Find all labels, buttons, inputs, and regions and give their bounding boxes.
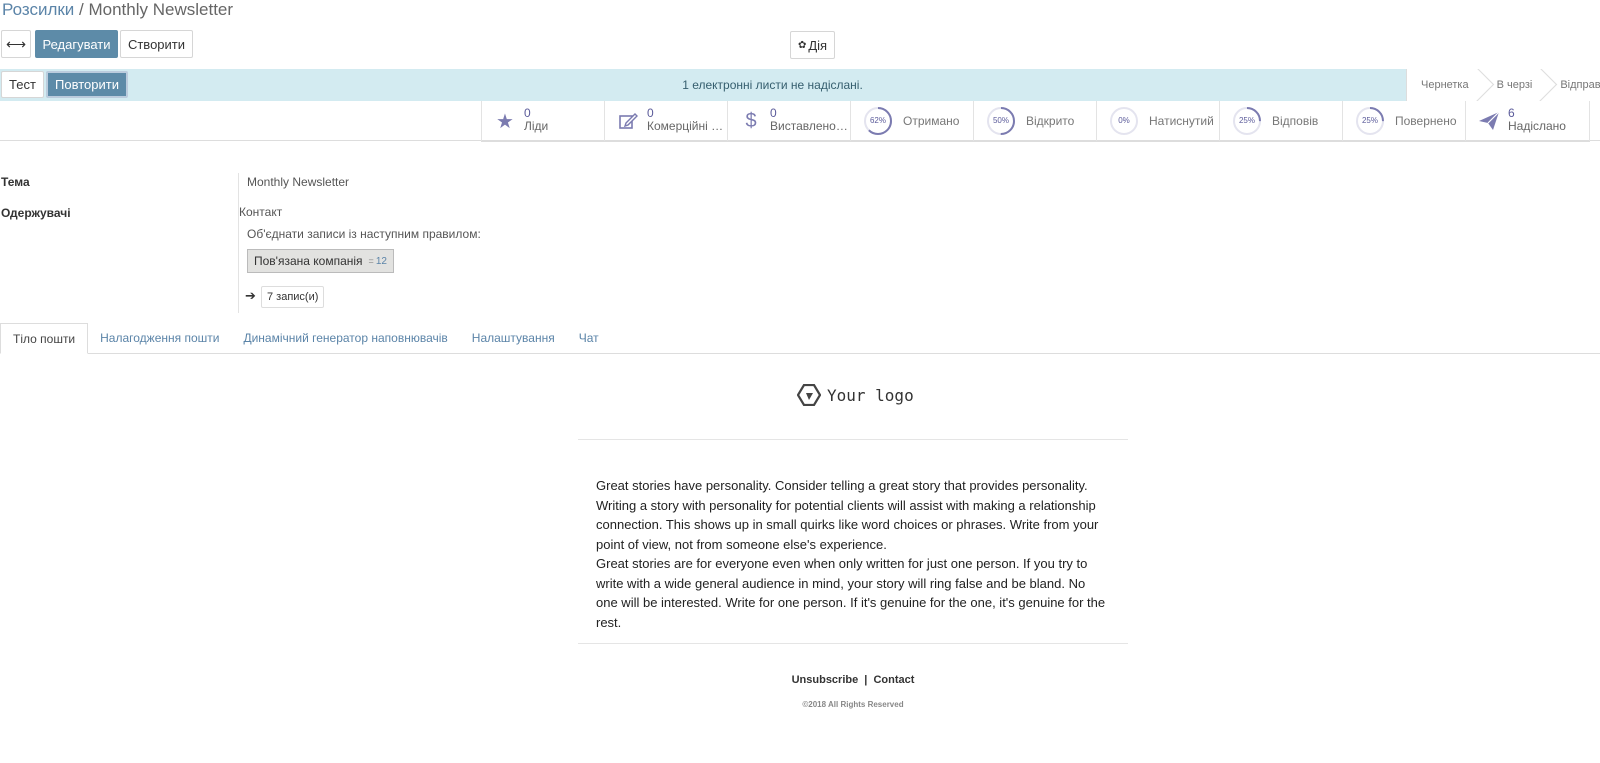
statusbar: Тест Повторити 1 електронні листи не над… <box>0 69 1600 101</box>
star-icon: ★ <box>496 110 514 133</box>
records-count-button[interactable]: 7 запис(и) <box>261 286 325 308</box>
field-separator <box>238 173 239 313</box>
clicked-gauge-percent: 0% <box>1118 116 1130 125</box>
breadcrumb-current: Monthly Newsletter <box>88 0 234 19</box>
stat-sent-value: 6 <box>1508 106 1515 120</box>
clicked-gauge: 0% <box>1109 106 1139 136</box>
stage-sent[interactable]: Відправлено <box>1546 69 1600 101</box>
stat-clicked-label: Натиснутий <box>1149 114 1214 128</box>
domain-filter-chip[interactable]: Пов'язана компанія = 12 <box>247 249 394 273</box>
stat-invoiced-value: 0 <box>770 106 777 120</box>
stat-sent-label: Надіслано <box>1508 119 1566 133</box>
stat-bounced-button[interactable]: 25% Повернено <box>1342 101 1465 141</box>
stat-received-button[interactable]: 62% Отримано <box>850 101 973 141</box>
stat-replied-button[interactable]: 25% Відповів <box>1219 101 1342 141</box>
contact-link[interactable]: Contact <box>873 674 914 686</box>
subject-label: Тема <box>1 175 30 189</box>
action-dropdown-button[interactable]: ✿ Дія <box>790 31 835 59</box>
domain-rule-text: Об'єднати записи із наступним правилом: <box>247 227 481 241</box>
replied-gauge-percent: 25% <box>1238 116 1255 125</box>
stage-draft[interactable]: Чернетка <box>1407 69 1483 101</box>
tab-mail-debug[interactable]: Налагодження пошти <box>88 323 231 353</box>
expand-button[interactable]: ⟷ <box>1 30 31 58</box>
recipients-model-field[interactable]: Контакт <box>239 205 282 219</box>
stat-quotations-button[interactable]: 0Комерційні пропозиції <box>604 101 727 141</box>
notebook-tabs: Тіло пошти Налагодження пошти Динамічний… <box>0 323 1600 354</box>
stage-bar: Чернетка В черзі Відправлено <box>1406 69 1600 101</box>
stat-bounced-label: Повернено <box>1395 114 1457 128</box>
domain-filter-operator: = <box>368 256 374 266</box>
opened-gauge: 50% <box>986 106 1016 136</box>
received-gauge-percent: 62% <box>869 116 886 125</box>
stat-invoiced-label: Виставлено рахунок <box>770 119 848 133</box>
mail-copyright: ©2018 All Rights Reserved <box>802 700 904 709</box>
stat-invoiced-button[interactable]: $ 0Виставлено рахунок <box>727 101 850 141</box>
mail-logo[interactable]: Your logo <box>797 384 914 406</box>
logo-text: Your logo <box>827 385 914 405</box>
bounced-gauge-percent: 25% <box>1361 116 1378 125</box>
mail-footer-links: Unsubscribe | Contact <box>578 674 1128 686</box>
paper-plane-icon <box>1478 110 1500 132</box>
dollar-icon: $ <box>745 109 757 132</box>
mail-paragraph-1: Great stories have personality. Consider… <box>596 478 1099 552</box>
tab-mail-body[interactable]: Тіло пошти <box>0 323 89 354</box>
arrow-right-icon: ➔ <box>245 288 256 303</box>
stage-queued[interactable]: В черзі <box>1483 69 1547 101</box>
logo-icon <box>797 384 821 406</box>
mail-paragraph-2: Great stories are for everyone even when… <box>596 556 1106 630</box>
tab-chat[interactable]: Чат <box>567 323 611 353</box>
stat-opened-label: Відкрито <box>1026 114 1075 128</box>
breadcrumb-separator: / <box>74 0 89 19</box>
footer-divider: | <box>864 674 868 686</box>
stat-opened-button[interactable]: 50% Відкрито <box>973 101 1096 141</box>
stat-sent-button[interactable]: 6 Надіслано <box>1465 101 1590 141</box>
stat-leads-button[interactable]: ★ 0 Ліди <box>481 101 604 141</box>
create-button[interactable]: Створити <box>120 30 193 58</box>
expand-arrows-icon: ⟷ <box>5 35 27 52</box>
action-button-label: Дія <box>808 37 828 53</box>
unsubscribe-link[interactable]: Unsubscribe <box>792 674 859 686</box>
domain-filter-field: Пов'язана компанія <box>254 254 363 268</box>
test-button[interactable]: Тест <box>1 71 44 98</box>
gear-icon: ✿ <box>797 39 807 51</box>
stat-quotations-value: 0 <box>647 106 654 120</box>
stat-quotations-label: Комерційні пропозиції <box>647 119 725 133</box>
pencil-square-icon <box>617 110 639 132</box>
status-message: 1 електронні листи не надіслані. <box>682 78 863 92</box>
breadcrumb-parent-link[interactable]: Розсилки <box>2 0 74 19</box>
tab-settings[interactable]: Налаштування <box>460 323 567 353</box>
stat-clicked-button[interactable]: 0% Натиснутий <box>1096 101 1219 141</box>
stat-received-label: Отримано <box>903 114 960 128</box>
mail-body-text[interactable]: Great stories have personality. Consider… <box>596 476 1108 632</box>
domain-filter-value: 12 <box>375 255 387 267</box>
recipients-label: Одержувачі <box>1 206 71 220</box>
mail-footer-divider <box>578 643 1128 644</box>
stat-replied-label: Відповів <box>1272 114 1319 128</box>
retry-button[interactable]: Повторити <box>46 71 128 98</box>
stat-leads-value: 0 <box>524 106 531 120</box>
mail-header-divider <box>578 439 1128 440</box>
stat-leads-label: Ліди <box>524 119 549 133</box>
edit-button[interactable]: Редагувати <box>35 30 118 58</box>
tab-placeholder-generator[interactable]: Динамічний генератор наповнювачів <box>231 323 459 353</box>
subject-field[interactable]: Monthly Newsletter <box>247 175 349 189</box>
received-gauge: 62% <box>863 106 893 136</box>
bounced-gauge: 25% <box>1355 106 1385 136</box>
breadcrumb: Розсилки / Monthly Newsletter <box>2 0 233 20</box>
stat-buttons: ★ 0Ліди 0Комерційні пропозиції $ 0Вистав… <box>481 101 1590 142</box>
replied-gauge: 25% <box>1232 106 1262 136</box>
opened-gauge-percent: 50% <box>992 116 1009 125</box>
